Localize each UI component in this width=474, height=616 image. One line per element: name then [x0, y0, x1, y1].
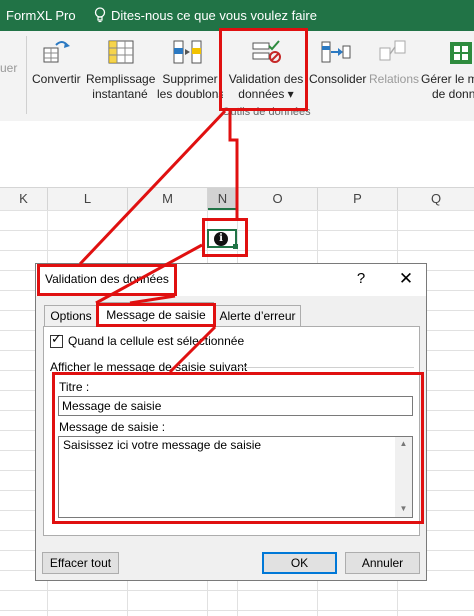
annotation-line [95, 243, 203, 305]
annotation-line [78, 109, 227, 266]
annotation-line [228, 111, 239, 218]
annotation-line [129, 294, 176, 305]
annotation-lines [78, 109, 239, 374]
annotation-line [168, 325, 217, 374]
